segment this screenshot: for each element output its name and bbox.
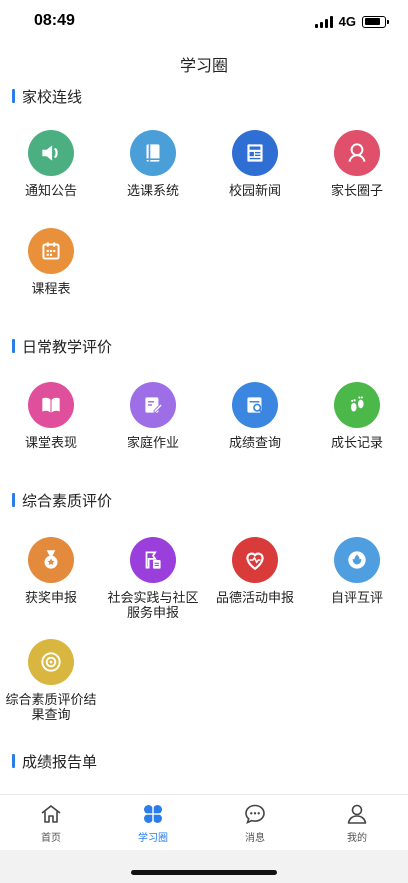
search-doc-icon	[232, 382, 278, 428]
tile-classroom-performance[interactable]: 课堂表现	[0, 382, 102, 451]
section-header-daily-evaluation: 日常教学评价	[12, 337, 113, 356]
network-label: 4G	[338, 14, 356, 29]
tile-evaluation-result[interactable]: 综合素质评价结 果查询	[0, 639, 102, 723]
section-title: 综合素质评价	[22, 491, 113, 510]
signal-icon	[314, 15, 333, 28]
parent-icon	[334, 130, 380, 176]
battery-icon	[362, 15, 389, 28]
tile-course-selection[interactable]: 选课系统	[102, 130, 204, 199]
tile-label: 成长记录	[330, 436, 383, 451]
tile-moral-activity[interactable]: 品德活动申报	[204, 537, 306, 606]
tile-homework[interactable]: 家庭作业	[102, 382, 204, 451]
tile-label: 成绩查询	[228, 436, 281, 451]
edit-icon	[130, 382, 176, 428]
content-scroll-area[interactable]: 家校连线 通知公告 选课系统 校园新闻 家长圈子 课程表 日常教学评价 课堂表现…	[0, 84, 408, 794]
status-bar: 08:49 4G	[0, 0, 408, 44]
section-header-report-card: 成绩报告单	[12, 752, 98, 771]
tab-bar: 首页 学习圈 消息 我的	[0, 794, 408, 850]
section-accent-bar	[12, 493, 15, 507]
home-icon	[41, 804, 61, 823]
tile-label: 获奖申报	[24, 591, 77, 606]
tile-timetable[interactable]: 课程表	[0, 228, 102, 297]
footprint-icon	[334, 382, 380, 428]
tab-home[interactable]: 首页	[0, 795, 102, 850]
user-icon	[347, 804, 367, 824]
home-indicator-area	[0, 850, 408, 883]
status-indicators: 4G	[314, 14, 389, 29]
heart-icon	[232, 537, 278, 583]
section-title: 家校连线	[22, 87, 83, 106]
book-icon	[130, 130, 176, 176]
tile-notice[interactable]: 通知公告	[0, 130, 102, 199]
tile-label: 校园新闻	[228, 184, 281, 199]
tab-label: 我的	[347, 832, 367, 844]
tile-social-practice[interactable]: 社会实践与社区 服务申报	[102, 537, 204, 621]
tile-parent-circle[interactable]: 家长圈子	[306, 130, 408, 199]
tab-messages[interactable]: 消息	[204, 795, 306, 850]
tile-label: 家庭作业	[126, 436, 179, 451]
tile-award-application[interactable]: 获奖申报	[0, 537, 102, 606]
tile-self-peer-evaluation[interactable]: 自评互评	[306, 537, 408, 606]
tile-label: 家长圈子	[330, 184, 383, 199]
tile-label: 社会实践与社区 服务申报	[107, 591, 199, 621]
chat-icon	[245, 804, 265, 824]
section-accent-bar	[12, 339, 15, 353]
section-accent-bar	[12, 89, 15, 103]
lotus-icon	[334, 537, 380, 583]
tile-label: 选课系统	[126, 184, 179, 199]
home-indicator[interactable]	[131, 870, 277, 875]
medal-icon	[28, 537, 74, 583]
section-accent-bar	[12, 754, 15, 768]
tab-mine[interactable]: 我的	[306, 795, 408, 850]
page-title: 学习圈	[179, 56, 228, 75]
tab-study-circle[interactable]: 学习圈	[102, 795, 204, 850]
tile-label: 课堂表现	[24, 436, 77, 451]
tile-growth-record[interactable]: 成长记录	[306, 382, 408, 451]
tab-label: 学习圈	[138, 832, 168, 844]
speaker-icon	[28, 130, 74, 176]
newspaper-icon	[232, 130, 278, 176]
calendar-icon	[28, 228, 74, 274]
tile-campus-news[interactable]: 校园新闻	[204, 130, 306, 199]
tile-grade-query[interactable]: 成绩查询	[204, 382, 306, 451]
section-title: 日常教学评价	[22, 337, 113, 356]
tile-label: 自评互评	[330, 591, 383, 606]
tile-label: 品德活动申报	[215, 591, 294, 606]
status-time: 08:49	[34, 12, 75, 29]
section-header-comprehensive-evaluation: 综合素质评价	[12, 491, 113, 510]
tile-label: 综合素质评价结 果查询	[5, 693, 97, 723]
target-icon	[28, 639, 74, 685]
nav-bar: 学习圈	[0, 44, 408, 84]
flag-doc-icon	[130, 537, 176, 583]
clover-icon	[143, 803, 163, 824]
section-title: 成绩报告单	[22, 752, 98, 771]
tab-label: 消息	[245, 832, 265, 844]
open-book-icon	[28, 382, 74, 428]
tab-label: 首页	[41, 832, 61, 844]
tile-label: 课程表	[31, 282, 71, 297]
tile-label: 通知公告	[24, 184, 77, 199]
section-header-home-school: 家校连线	[12, 87, 83, 106]
